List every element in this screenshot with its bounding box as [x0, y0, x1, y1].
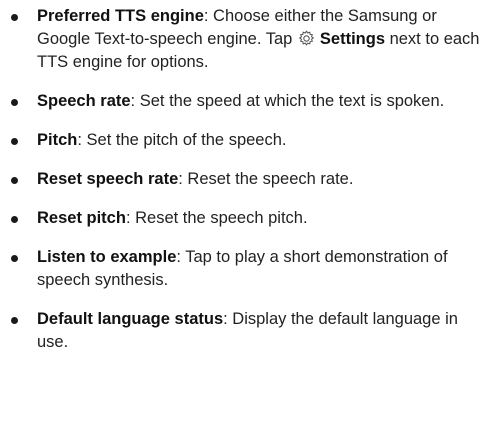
- list-item-pitch: Pitch: Set the pitch of the speech.: [0, 129, 491, 152]
- item-description: : Set the speed at which the text is spo…: [130, 92, 445, 110]
- item-term: Default language status: [37, 310, 224, 328]
- settings-bullet-list: Preferred TTS engine: Choose either the …: [0, 5, 491, 370]
- bullet-icon: [11, 14, 18, 21]
- bullet-icon: [11, 177, 18, 184]
- item-term: Reset pitch: [37, 209, 126, 227]
- item-description: : Set the pitch of the speech.: [77, 131, 287, 149]
- bullet-icon: [11, 216, 18, 223]
- bullet-icon: [11, 138, 18, 145]
- bullet-icon: [11, 99, 18, 106]
- list-item-reset-pitch: Reset pitch: Reset the speech pitch.: [0, 207, 491, 230]
- list-item-default-language-status: Default language status: Display the def…: [0, 308, 491, 354]
- item-description: : Reset the speech pitch.: [125, 209, 308, 227]
- bullet-icon: [11, 255, 18, 262]
- settings-label: Settings: [319, 30, 385, 48]
- item-term: Reset speech rate: [37, 170, 179, 188]
- list-item-preferred-tts-engine: Preferred TTS engine: Choose either the …: [0, 5, 491, 74]
- item-term: Pitch: [37, 131, 78, 149]
- page: Preferred TTS engine: Choose either the …: [0, 0, 491, 436]
- list-item-listen-to-example: Listen to example: Tap to play a short d…: [0, 246, 491, 292]
- settings-gear-icon: [298, 30, 315, 46]
- list-item-speech-rate: Speech rate: Set the speed at which the …: [0, 90, 491, 113]
- item-term: Speech rate: [37, 92, 131, 110]
- bullet-icon: [11, 317, 18, 324]
- item-term: Preferred TTS engine: [37, 7, 204, 25]
- item-description: : Reset the speech rate.: [178, 170, 354, 188]
- item-term: Listen to example: [37, 248, 177, 266]
- list-item-reset-speech-rate: Reset speech rate: Reset the speech rate…: [0, 168, 491, 191]
